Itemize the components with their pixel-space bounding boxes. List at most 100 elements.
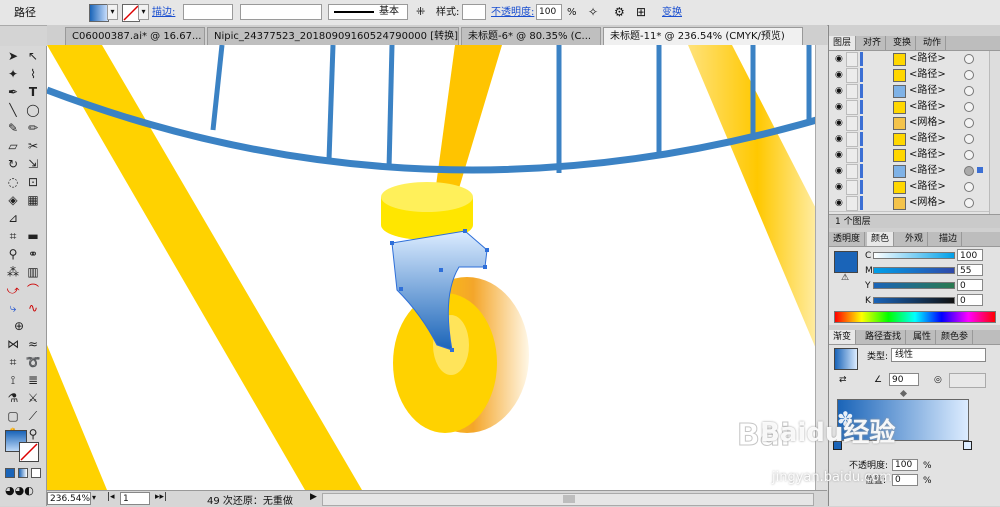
blend-tool-icon[interactable]: ⚭ [24,246,42,262]
fill-dropdown[interactable]: ▾ [107,4,118,20]
lock-slot[interactable] [846,164,858,179]
stroke-link[interactable]: 描边: [152,4,175,21]
tab-align[interactable]: 对齐 [859,36,887,50]
target-icon[interactable] [964,70,974,80]
line-tool-icon[interactable]: ╲ [4,102,22,118]
scroll-thumb[interactable] [563,495,575,503]
tab-pathfinder[interactable]: 路径查找 [861,330,907,344]
rotate-tool-icon[interactable]: ↻ [4,156,22,172]
free-transform-tool-icon[interactable]: ⊡ [24,174,42,190]
eyedropper-tool-icon[interactable]: ⚲ [4,246,22,262]
brush-options-icon[interactable]: ⁜ [416,6,428,18]
document-tab-2[interactable]: Nipic_24377523_20180909160524790000 [转换]… [207,27,459,45]
recolor-icon[interactable]: ✧ [588,5,598,19]
document-tab-3[interactable]: 未标题-6* @ 80.35% (C... [461,27,601,45]
wave-tool-icon[interactable]: ≈ [24,336,42,352]
eye-icon[interactable]: ◉ [835,70,843,80]
draw-mode-icon[interactable]: ◕◕◐ [5,484,34,497]
magenta-value[interactable]: 55 [957,264,983,276]
cyan-slider[interactable] [873,252,955,259]
lock-slot[interactable] [846,148,858,163]
black-value[interactable]: 0 [957,294,983,306]
layer-row[interactable]: ◉ <路径> [829,67,989,84]
layers-scrollbar[interactable] [989,51,1000,214]
gradient-tool-icon[interactable]: ▬ [24,228,42,244]
layer-row[interactable]: ◉ <网格> [829,195,989,212]
lock-slot[interactable] [846,196,858,211]
twist-tool-icon[interactable]: ➰ [24,354,42,370]
mesh-tool-icon[interactable]: ⌗ [4,228,22,244]
lock-slot[interactable] [846,132,858,147]
layer-row[interactable]: ◉ <路径> [829,179,989,196]
crosshair-tool-icon[interactable]: ⊕ [10,318,28,334]
aspect-ratio-field[interactable] [949,373,986,388]
yellow-value[interactable]: 0 [957,279,983,291]
lock-slot[interactable] [846,68,858,83]
anchor-tool-icon[interactable]: ⤻ [4,282,22,298]
target-icon[interactable] [964,54,974,64]
symbol-sprayer-tool-icon[interactable]: ⁂ [4,264,22,280]
magenta-slider[interactable] [873,267,955,274]
lasso-tool-icon[interactable]: ⌇ [24,66,42,82]
gradient-type-select[interactable]: 线性 [891,348,986,362]
brush-profile-select[interactable]: 基本 [328,4,408,20]
target-icon[interactable] [964,166,974,176]
tab-attributes[interactable]: 属性 [909,330,937,344]
graphic-style-swatch[interactable] [462,4,486,20]
perspective-grid-tool-icon[interactable]: ⊿ [4,210,22,226]
reverse-gradient-icon[interactable]: ⇄ [839,375,847,385]
tab-layers[interactable]: 图层 [829,36,857,50]
eraser-tool-icon[interactable]: ▱ [4,138,22,154]
target-icon[interactable] [964,182,974,192]
eye-icon[interactable]: ◉ [835,118,843,128]
target-icon[interactable] [964,118,974,128]
width-tool-icon[interactable]: ⤷ [4,300,22,316]
selection-tool-icon[interactable]: ➤ [4,48,22,64]
stroke-color-box[interactable] [19,442,39,462]
live-paint-tool-icon[interactable]: ▦ [24,192,42,208]
eye-icon[interactable]: ◉ [835,150,843,160]
artboard-tool-icon[interactable]: ▢ [4,408,22,424]
warp-tool-icon[interactable]: ◌ [4,174,22,190]
stroke-weight-input[interactable] [183,4,233,20]
out-of-gamut-icon[interactable]: ⚠ [841,273,849,283]
current-fill-swatch[interactable] [834,251,858,273]
path-tool-icon[interactable]: ⟟ [4,372,22,388]
lock-slot[interactable] [846,100,858,115]
layer-row-selected[interactable]: ◉ <路径> [829,163,989,180]
direct-selection-tool-icon[interactable]: ↖ [24,48,42,64]
none-mode-icon[interactable] [31,468,41,478]
eye-icon[interactable]: ◉ [835,54,843,64]
target-icon[interactable] [964,102,974,112]
variable-width-select[interactable] [240,4,322,20]
layer-row[interactable]: ◉ <路径> [829,99,989,116]
tab-transparency[interactable]: 透明度 [829,232,866,246]
first-artboard-icon[interactable]: |◂ [107,492,115,502]
type-tool-icon[interactable]: T [24,84,42,100]
pen-tool-icon[interactable]: ✒ [4,84,22,100]
measure-tool-icon[interactable]: ⚗ [4,390,22,406]
artboard-field[interactable]: 1 [120,492,150,505]
list-tool-icon[interactable]: ≣ [24,372,42,388]
stroke-dropdown[interactable]: ▾ [138,4,149,20]
next-artboard-icon[interactable]: ▸▸| [155,492,167,502]
target-icon[interactable] [964,150,974,160]
target-icon[interactable] [964,198,974,208]
tab-transform[interactable]: 变换 [889,36,917,50]
shape-builder-tool-icon[interactable]: ◈ [4,192,22,208]
paintbrush-tool-icon[interactable]: ✎ [4,120,22,136]
curvature-tool-icon[interactable]: ∿ [24,300,42,316]
lock-slot[interactable] [846,84,858,99]
layer-row[interactable]: ◉ <路径> [829,83,989,100]
artboard-canvas[interactable]: Bai [47,45,827,490]
gear-icon[interactable]: ⚙ [614,5,625,19]
eye-icon[interactable]: ◉ [835,198,843,208]
scissors-tool-icon[interactable]: ✂ [24,138,42,154]
cyan-value[interactable]: 100 [957,249,983,261]
layer-row[interactable]: ◉ <路径> [829,131,989,148]
stop-opacity-field[interactable]: 100 [892,459,918,471]
eye-icon[interactable]: ◉ [835,102,843,112]
horizontal-scrollbar[interactable] [322,493,814,506]
scale-tool-icon[interactable]: ⇲ [24,156,42,172]
grid-tool-icon[interactable]: ⌗ [4,354,22,370]
